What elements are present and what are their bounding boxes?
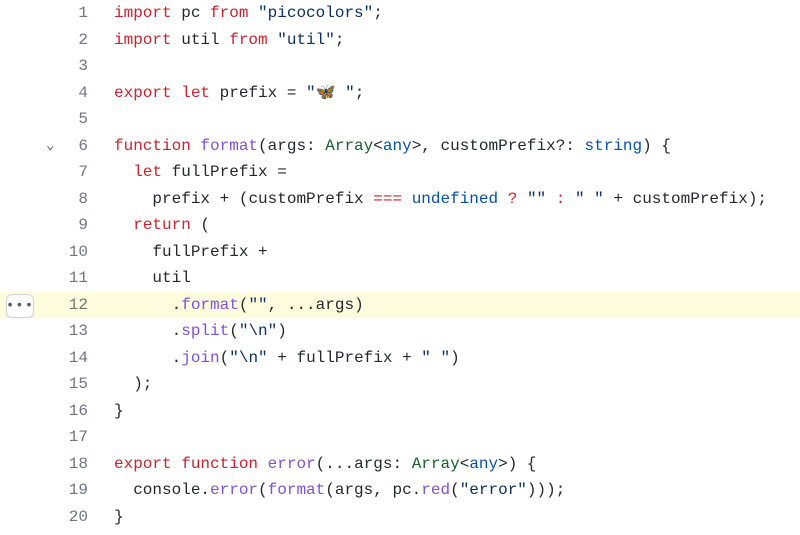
line-number: 16: [64, 398, 88, 425]
code-content[interactable]: .split("\n"): [94, 318, 287, 345]
gutter[interactable]: 8: [0, 186, 94, 213]
code-content[interactable]: .format("", ...args): [94, 292, 364, 319]
code-content[interactable]: .join("\n" + fullPrefix + " "): [94, 345, 460, 372]
code-line[interactable]: 7 let fullPrefix =: [0, 159, 800, 186]
gutter[interactable]: 17: [0, 424, 94, 451]
line-number: 3: [64, 53, 88, 80]
line-number: 11: [64, 265, 88, 292]
code-line[interactable]: 17: [0, 424, 800, 451]
line-number: 20: [64, 504, 88, 531]
gutter[interactable]: 10: [0, 239, 94, 266]
code-line[interactable]: 3: [0, 53, 800, 80]
line-number: 19: [64, 477, 88, 504]
code-line[interactable]: 16}: [0, 398, 800, 425]
code-line[interactable]: 14 .join("\n" + fullPrefix + " "): [0, 345, 800, 372]
code-line[interactable]: 5: [0, 106, 800, 133]
line-number: 10: [64, 239, 88, 266]
gutter[interactable]: ⌄6: [0, 133, 94, 160]
gutter[interactable]: 5: [0, 106, 94, 133]
code-line[interactable]: 2import util from "util";: [0, 27, 800, 54]
line-number: 12: [64, 292, 88, 319]
code-line[interactable]: 1import pc from "picocolors";: [0, 0, 800, 27]
line-number: 2: [64, 27, 88, 54]
line-number: 9: [64, 212, 88, 239]
line-actions-button[interactable]: •••: [6, 294, 34, 318]
code-content[interactable]: }: [94, 398, 124, 425]
code-content[interactable]: }: [94, 504, 124, 531]
code-line[interactable]: 11 util: [0, 265, 800, 292]
gutter[interactable]: 18: [0, 451, 94, 478]
code-content[interactable]: prefix + (customPrefix === undefined ? "…: [94, 186, 767, 213]
gutter[interactable]: 2: [0, 27, 94, 54]
gutter[interactable]: 15: [0, 371, 94, 398]
code-content[interactable]: export function error(...args: Array<any…: [94, 451, 537, 478]
code-line[interactable]: ⌄6function format(args: Array<any>, cust…: [0, 133, 800, 160]
code-line[interactable]: 12 .format("", ...args): [0, 292, 800, 319]
code-line[interactable]: 4export let prefix = "🦋 ";: [0, 80, 800, 107]
code-line[interactable]: 9 return (: [0, 212, 800, 239]
gutter[interactable]: 7: [0, 159, 94, 186]
line-number: 14: [64, 345, 88, 372]
gutter[interactable]: 14: [0, 345, 94, 372]
line-number: 18: [64, 451, 88, 478]
code-content[interactable]: let fullPrefix =: [94, 159, 287, 186]
fold-chevron-icon[interactable]: ⌄: [46, 133, 54, 160]
code-content[interactable]: util: [94, 265, 191, 292]
gutter[interactable]: 9: [0, 212, 94, 239]
line-number: 1: [64, 0, 88, 27]
code-line[interactable]: 19 console.error(format(args, pc.red("er…: [0, 477, 800, 504]
code-line[interactable]: 13 .split("\n"): [0, 318, 800, 345]
gutter[interactable]: 13: [0, 318, 94, 345]
gutter[interactable]: 19: [0, 477, 94, 504]
gutter[interactable]: 1: [0, 0, 94, 27]
line-number: 4: [64, 80, 88, 107]
code-content[interactable]: );: [94, 371, 152, 398]
code-line[interactable]: 10 fullPrefix +: [0, 239, 800, 266]
code-content[interactable]: export let prefix = "🦋 ";: [94, 80, 364, 107]
code-content[interactable]: fullPrefix +: [94, 239, 268, 266]
line-number: 8: [64, 186, 88, 213]
code-line[interactable]: 20}: [0, 504, 800, 531]
line-number: 6: [64, 133, 88, 160]
code-line[interactable]: 15 );: [0, 371, 800, 398]
line-number: 5: [64, 106, 88, 133]
gutter[interactable]: 11: [0, 265, 94, 292]
code-editor: 1import pc from "picocolors";2import uti…: [0, 0, 800, 535]
code-content[interactable]: function format(args: Array<any>, custom…: [94, 133, 671, 160]
gutter[interactable]: 4: [0, 80, 94, 107]
code-content[interactable]: import pc from "picocolors";: [94, 0, 383, 27]
code-content[interactable]: console.error(format(args, pc.red("error…: [94, 477, 565, 504]
code-content[interactable]: import util from "util";: [94, 27, 344, 54]
line-number: 7: [64, 159, 88, 186]
code-content[interactable]: return (: [94, 212, 210, 239]
gutter[interactable]: 3: [0, 53, 94, 80]
line-number: 13: [64, 318, 88, 345]
code-line[interactable]: 8 prefix + (customPrefix === undefined ?…: [0, 186, 800, 213]
line-number: 15: [64, 371, 88, 398]
gutter[interactable]: 20: [0, 504, 94, 531]
code-line[interactable]: 18export function error(...args: Array<a…: [0, 451, 800, 478]
line-number: 17: [64, 424, 88, 451]
gutter[interactable]: 16: [0, 398, 94, 425]
